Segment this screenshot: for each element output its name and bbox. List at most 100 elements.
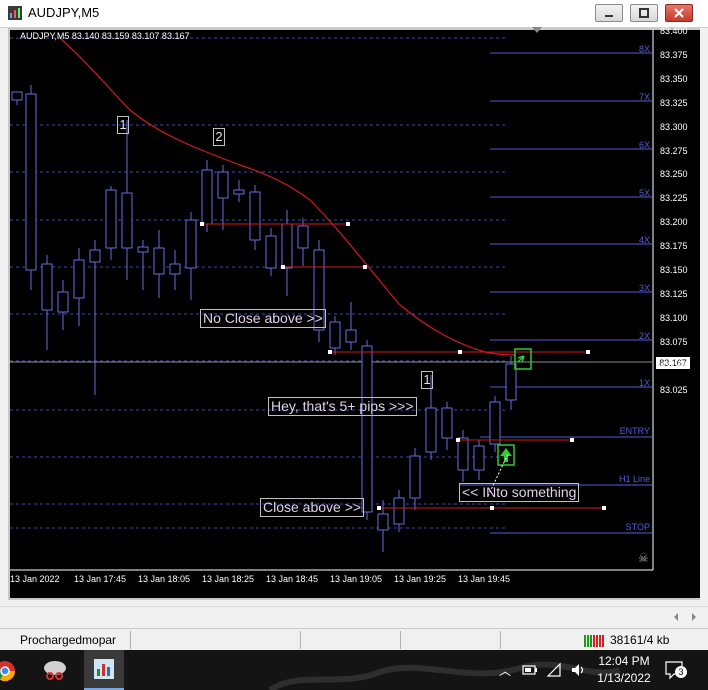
clock-time: 12:04 PM bbox=[598, 654, 650, 668]
candle-body bbox=[169, 263, 181, 275]
skull-icon: ☠ bbox=[638, 551, 649, 565]
chart-header: AUDJPY,M5 83.140 83.159 83.107 83.167 bbox=[20, 31, 190, 41]
candle-body bbox=[409, 455, 421, 499]
candle-body bbox=[425, 407, 437, 453]
level-label: STOP bbox=[625, 522, 650, 532]
price-label: 83.200 bbox=[660, 217, 688, 228]
trade-line-markers bbox=[200, 222, 606, 510]
status-bar: Prochargedmopar 38161/4 kb bbox=[0, 628, 708, 651]
candle-body bbox=[57, 291, 69, 313]
buy-arrow-icon bbox=[497, 444, 515, 466]
volume-icon[interactable] bbox=[570, 662, 586, 678]
minimize-button[interactable] bbox=[595, 4, 623, 22]
marker-label: 2 bbox=[213, 128, 225, 146]
candle-body bbox=[153, 247, 165, 275]
candle-body bbox=[11, 91, 23, 101]
candle-body bbox=[185, 219, 197, 269]
chrome-icon[interactable] bbox=[0, 660, 16, 682]
battery-icon[interactable] bbox=[522, 663, 538, 677]
traffic-counter: 38161/4 kb bbox=[610, 633, 670, 647]
candle-body bbox=[121, 192, 133, 249]
horizontal-scrollbar[interactable] bbox=[0, 606, 708, 627]
level-label: H1 Line bbox=[618, 474, 650, 484]
price-label: 83.275 bbox=[660, 145, 688, 156]
time-label: 13 Jan 17:45 bbox=[74, 574, 127, 584]
dotted-guides bbox=[10, 37, 508, 529]
candle-body bbox=[361, 345, 373, 513]
time-label: 13 Jan 18:05 bbox=[138, 574, 191, 584]
candle-body bbox=[249, 191, 261, 241]
close-icon bbox=[674, 8, 684, 18]
candle-body bbox=[457, 437, 469, 471]
price-label: 83.075 bbox=[660, 336, 688, 347]
show-hidden-icons-icon[interactable]: ︿ bbox=[499, 662, 511, 679]
notifications-button[interactable]: 3 bbox=[664, 660, 687, 680]
candle-body bbox=[41, 263, 53, 311]
candle-body bbox=[89, 249, 101, 263]
profile-name: Prochargedmopar bbox=[20, 633, 117, 647]
candle-body bbox=[473, 445, 485, 471]
time-label: 13 Jan 2022 bbox=[10, 574, 60, 584]
level-label: 3X bbox=[638, 283, 650, 293]
time-label: 13 Jan 19:45 bbox=[458, 574, 511, 584]
minimize-icon bbox=[605, 15, 613, 17]
snipping-tool-icon[interactable] bbox=[42, 658, 68, 682]
level-label: 6X bbox=[638, 140, 650, 150]
maximize-icon bbox=[639, 8, 649, 18]
candle-body bbox=[25, 93, 37, 271]
candle-body bbox=[201, 169, 213, 225]
clock-date: 1/13/2022 bbox=[597, 671, 651, 685]
level-label: 8X bbox=[638, 44, 650, 54]
price-label: 83.300 bbox=[660, 121, 688, 132]
price-label: 83.025 bbox=[660, 384, 688, 395]
scroll-arrows-icon[interactable] bbox=[670, 611, 700, 623]
candle-body bbox=[377, 513, 389, 531]
metatrader-icon bbox=[94, 659, 114, 679]
annotation-close-above[interactable]: Close above >> bbox=[260, 498, 365, 517]
candle-body bbox=[329, 321, 341, 349]
price-label: 83.150 bbox=[660, 265, 688, 275]
taskbar-metatrader-button[interactable] bbox=[84, 650, 124, 690]
price-label: 83.325 bbox=[660, 97, 688, 108]
price-label: 83.175 bbox=[660, 241, 688, 252]
annotation-no-close[interactable]: No Close above >> bbox=[200, 309, 326, 328]
candle-body bbox=[489, 401, 501, 445]
price-chart[interactable]: ☠ AUDJPY,M5 83.140 83.159 83.107 83.167 … bbox=[10, 26, 700, 598]
title-bar: AUDJPY,M5 bbox=[0, 0, 708, 28]
connection-bars-icon bbox=[584, 635, 604, 647]
marker-label: 1 bbox=[421, 371, 433, 389]
price-label: 83.100 bbox=[660, 312, 688, 323]
price-label: 83.225 bbox=[660, 193, 688, 204]
level-label: ENTRY bbox=[619, 426, 650, 436]
candle-body bbox=[137, 246, 149, 253]
price-label: 83.400 bbox=[660, 26, 688, 36]
annotation-five-pips[interactable]: Hey, that's 5+ pips >>> bbox=[268, 397, 417, 416]
annotation-into-something[interactable]: << INto something bbox=[459, 483, 580, 502]
notification-count: 3 bbox=[675, 666, 687, 678]
candle-body bbox=[281, 223, 293, 269]
price-label: 83.375 bbox=[660, 49, 688, 60]
candle-body bbox=[217, 171, 229, 199]
marker-label: 1 bbox=[117, 116, 129, 134]
time-label: 13 Jan 19:25 bbox=[394, 574, 447, 584]
level-label: 5X bbox=[638, 188, 650, 198]
close-button[interactable] bbox=[665, 4, 693, 22]
level-label: 1X bbox=[638, 378, 650, 388]
candle-body bbox=[393, 497, 405, 525]
wifi-icon[interactable] bbox=[546, 662, 562, 678]
price-label: 83.050 bbox=[660, 360, 688, 371]
time-label: 13 Jan 18:25 bbox=[202, 574, 255, 584]
candle-body bbox=[73, 259, 85, 299]
clock[interactable]: 12:04 PM 1/13/2022 bbox=[592, 653, 656, 687]
price-label: 83.350 bbox=[660, 73, 688, 84]
scroll-marker-icon bbox=[532, 27, 542, 33]
taskbar: ︿ 12:04 PM 1/13/2022 3 bbox=[0, 650, 708, 690]
maximize-button[interactable] bbox=[630, 4, 658, 22]
candle-body bbox=[441, 407, 453, 439]
candle-body bbox=[105, 189, 117, 249]
price-label: 83.125 bbox=[660, 288, 688, 299]
window-title: AUDJPY,M5 bbox=[28, 5, 100, 20]
app-icon bbox=[8, 6, 22, 20]
candle-body bbox=[265, 235, 277, 269]
level-lines bbox=[460, 52, 652, 534]
